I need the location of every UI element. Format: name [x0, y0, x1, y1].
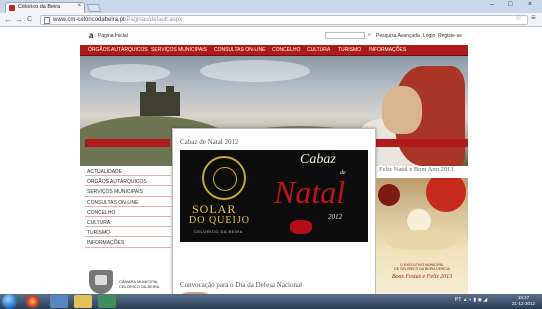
cloud-shape — [200, 60, 310, 82]
browser-menu-icon[interactable]: ≡ — [531, 13, 536, 22]
os-taskbar: PT ▲ ◐ ▮ ◉ ◢ 18:27 21-12-2012 — [0, 294, 542, 309]
ornament-ball-icon — [378, 184, 400, 206]
menu-item-servicos[interactable]: SERVIÇOS MUNICIPAIS — [151, 47, 207, 53]
sidebar-item-informacoes[interactable]: INFORMAÇÕES — [85, 237, 171, 248]
promo-sub-text: CELORICO DA BEIRA — [194, 229, 243, 234]
ornament-ball-icon — [426, 178, 466, 212]
sidebar-item-concelho[interactable]: CONCELHO — [85, 207, 171, 217]
search-go-button[interactable]: » — [368, 32, 371, 38]
register-link[interactable]: Registe-se — [438, 33, 462, 39]
main-menu: ÓRGÃOS AUTÁRQUICOS SERVIÇOS MUNICIPAIS C… — [80, 45, 468, 56]
castle-tower-shape — [146, 82, 156, 94]
address-toolbar: ← → C www.cm-celoricodabeira.pt/Paginas/… — [0, 13, 542, 27]
christmas-card-image[interactable]: O EXECUTIVO MUNICIPAL DE CELORICO DA BEI… — [376, 178, 468, 294]
sidebar-item-consultas[interactable]: CONSULTAS ON-LINE — [85, 197, 171, 207]
logo-line-2: CELORICO DA BEIRA — [119, 284, 160, 289]
folder-taskbar-icon[interactable] — [74, 295, 92, 308]
page-icon — [44, 17, 50, 24]
taskbar-clock[interactable]: 18:27 21-12-2012 — [512, 295, 535, 306]
clock-date: 21-12-2012 — [512, 300, 536, 306]
castle-shape — [140, 92, 180, 116]
reload-button[interactable]: C — [27, 16, 32, 23]
back-button[interactable]: ← — [4, 15, 12, 24]
card-greeting: Boas Festas e Feliz 2013 — [391, 274, 453, 280]
start-button[interactable] — [2, 294, 17, 309]
municipal-logo[interactable]: CÂMARA MUNICIPAL CELORICO DA BEIRA — [85, 270, 171, 294]
section-title-cabaz[interactable]: Cabaz de Natal 2012 — [180, 138, 239, 146]
browser-tab-strip: Cèlorico da Beira × – □ × — [0, 0, 542, 13]
new-tab-button[interactable] — [86, 4, 102, 12]
menu-item-orgaos[interactable]: ÓRGÃOS AUTÁRQUICOS — [88, 47, 148, 53]
system-tray-icons[interactable]: PT ▲ ◐ ▮ ◉ ◢ — [455, 297, 487, 303]
plate-shape — [386, 230, 456, 250]
ribbon-bow-icon — [290, 220, 312, 234]
sidebar-item-servicos[interactable]: SERVIÇOS MUNICIPAIS — [85, 186, 171, 197]
sidebar-item-orgaos[interactable]: ÓRGÃOS AUTÁRQUICOS — [85, 176, 171, 187]
menu-item-turismo[interactable]: TURISMO — [338, 47, 361, 53]
forward-button[interactable]: → — [15, 15, 23, 24]
card-text-line-2: DE CELORICO DA BEIRA DESEJA — [394, 267, 450, 271]
advanced-search-link[interactable]: Pesquisa Avançada — [376, 33, 420, 39]
rightcol-red-strip — [376, 139, 468, 147]
maximize-button[interactable]: □ — [508, 1, 512, 8]
coat-of-arms-icon — [89, 270, 113, 294]
promo-year-text: 2012 — [328, 213, 342, 221]
site-favicon-icon — [9, 5, 15, 11]
sidebar-item-turismo[interactable]: TURISMO — [85, 227, 171, 238]
search-input[interactable] — [325, 32, 365, 39]
home-link[interactable]: Página Inicial — [98, 33, 128, 39]
sidebar-red-strip — [85, 139, 170, 147]
app-taskbar-icon[interactable] — [98, 295, 116, 308]
login-link[interactable]: Login — [423, 33, 435, 39]
sidebar-item-actualidade[interactable]: ACTUALIDADE — [85, 166, 171, 177]
promo-cabaz-text: Cabaz — [300, 152, 336, 167]
bookmark-star-icon[interactable]: ☆ — [515, 13, 522, 22]
menu-item-concelho[interactable]: CONCELHO — [272, 47, 300, 53]
web-page: a Página Inicial » Pesquisa Avançada Log… — [0, 27, 542, 294]
face-shape — [382, 86, 422, 134]
castle-tower-shape — [166, 86, 174, 94]
home-icon[interactable]: a — [89, 31, 93, 40]
section-title-defesa[interactable]: Convocação para o Dia da Defesa Nacional — [180, 281, 302, 289]
cloud-shape — [90, 64, 170, 82]
promo-queijo-text: DO QUEIJO — [189, 215, 250, 226]
window-close-button[interactable]: × — [528, 1, 532, 8]
top-links-bar: a Página Inicial » Pesquisa Avançada Log… — [85, 31, 470, 41]
url-path: /Paginas/default.aspx — [124, 17, 183, 23]
chrome-taskbar-icon[interactable] — [26, 295, 39, 308]
menu-item-informacoes[interactable]: INFORMAÇÕES — [369, 47, 406, 53]
right-column-title[interactable]: Feliz Natal e Bom Ano 2013 — [379, 166, 454, 173]
main-content-panel: Cabaz de Natal 2012 SOLAR DO QUEIJO CELO… — [172, 128, 376, 294]
promo-natal-text: Natal — [274, 174, 346, 210]
cabaz-natal-promo-image[interactable]: SOLAR DO QUEIJO CELORICO DA BEIRA Cabaz … — [180, 150, 368, 242]
menu-item-consultas[interactable]: CONSULTAS ON-LINE — [214, 47, 266, 53]
browser-tab[interactable]: Cèlorico da Beira × — [5, 2, 85, 13]
sidebar-nav: ACTUALIDADE ÓRGÃOS AUTÁRQUICOS SERVIÇOS … — [85, 166, 171, 248]
sidebar-item-cultura[interactable]: CULTURA — [85, 217, 171, 228]
url-host: www.cm-celoricodabeira.pt — [53, 17, 125, 23]
address-bar[interactable]: www.cm-celoricodabeira.pt/Paginas/defaul… — [40, 15, 528, 25]
right-column: Feliz Natal e Bom Ano 2013 O EXECUTIVO M… — [376, 164, 468, 294]
explorer-taskbar-icon[interactable] — [50, 295, 68, 308]
medal-emblem-icon — [202, 156, 246, 200]
menu-item-cultura[interactable]: CULTURA — [307, 47, 330, 53]
tab-close-icon[interactable]: × — [77, 3, 81, 9]
tab-title: Cèlorico da Beira — [18, 4, 61, 10]
minimize-button[interactable]: – — [490, 1, 494, 8]
